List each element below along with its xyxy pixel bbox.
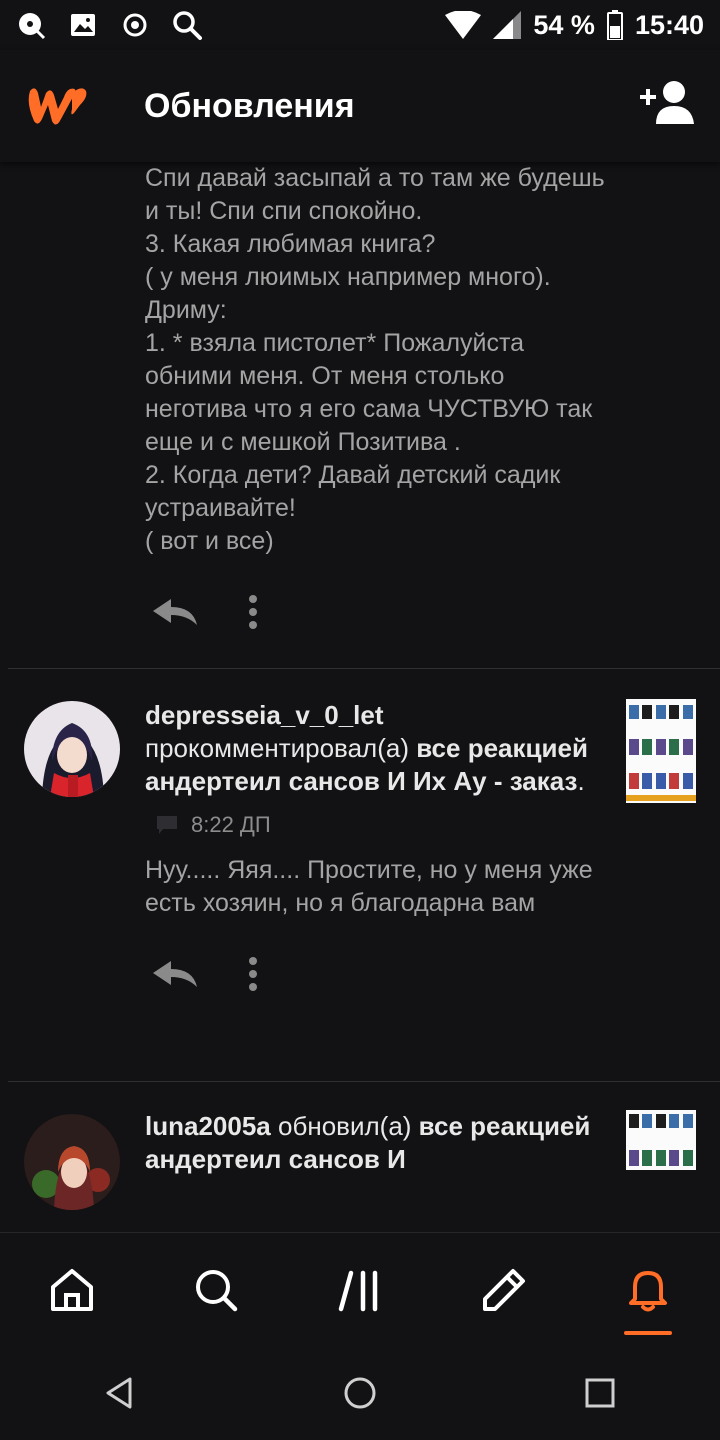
recents-icon[interactable] [582,1375,618,1411]
item-actions [145,944,720,1004]
more-options-icon[interactable] [247,595,259,629]
notifications-feed[interactable]: Спи давай засыпай а то там же будешь и т… [0,162,720,1232]
signal-icon [493,11,522,39]
story-cover-thumbnail[interactable] [626,1110,696,1170]
record-icon [123,13,147,37]
podcast-icon [19,13,46,40]
battery-icon [606,10,623,40]
nav-library[interactable] [288,1233,432,1347]
active-tab-indicator [624,1331,672,1335]
item-actions [145,582,720,642]
notification-headline: depresseia_v_0_let прокомментировал(а) в… [145,700,588,796]
bottom-navigation [0,1232,720,1346]
username[interactable]: luna2005a [145,1111,271,1141]
search-icon [173,11,202,40]
comment-text: Спи давай засыпай а то там же будешь и т… [145,164,605,555]
reply-icon[interactable] [151,959,199,989]
more-options-icon[interactable] [247,957,259,991]
clock: 15:40 [634,9,704,40]
avatar[interactable] [24,701,120,797]
notification-headline: luna2005a обновил(а) все реакцией андерт… [145,1110,605,1176]
wifi-icon [445,11,482,39]
home-icon [51,1269,93,1311]
feed-item: Спи давай засыпай а то там же будешь и т… [0,162,720,642]
page-title: Обновления [144,86,355,125]
story-cover-thumbnail[interactable] [626,699,696,803]
comment-icon [157,816,177,834]
action-text: прокомментировал(а) [145,733,409,763]
avatar[interactable] [24,1114,120,1210]
app-bar: Обновления [0,50,720,162]
feed-item[interactable]: luna2005a обновил(а) все реакцией андерт… [0,1082,720,1232]
wattpad-logo-icon[interactable] [24,81,90,131]
pencil-icon [483,1269,525,1311]
back-icon[interactable] [102,1375,138,1411]
feed-item[interactable]: depresseia_v_0_let прокомментировал(а) в… [0,669,720,1081]
nav-search[interactable] [144,1233,288,1347]
action-text: обновил(а) [277,1111,412,1141]
home-button-icon[interactable] [342,1375,378,1411]
nav-home[interactable] [0,1233,144,1347]
battery-percent: 54 % [533,9,595,40]
nav-notifications[interactable] [576,1233,720,1347]
nav-write[interactable] [432,1233,576,1347]
username[interactable]: depresseia_v_0_let [145,700,384,730]
library-icon [338,1270,378,1312]
reply-icon[interactable] [151,597,199,627]
search-icon [196,1270,238,1312]
status-bar: 54 % 15:40 [0,0,720,50]
bell-icon [629,1271,667,1312]
add-user-icon[interactable] [640,80,696,126]
timestamp-row: 8:22 ДП [145,812,720,838]
timestamp: 8:22 ДП [191,812,271,837]
image-icon [71,14,95,36]
comment-text: Нуу..... Яяя.... Простите, но у меня уже… [145,856,593,917]
system-navigation-bar [0,1346,720,1440]
